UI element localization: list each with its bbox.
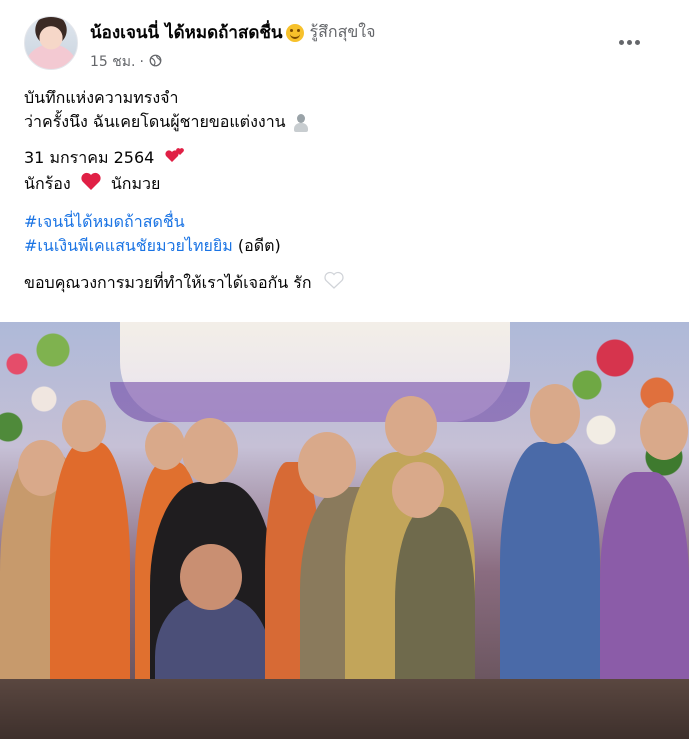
hashtag-link[interactable]: #เนเงินพีเคแสนชัยมวยไทยยิม — [24, 236, 233, 255]
line-thanks: ขอบคุณวงการมวยที่ทำให้เราได้เจอกัน รัก — [24, 273, 312, 292]
line-date: 31 มกราคม 2564 — [24, 148, 155, 167]
post-photo[interactable] — [0, 322, 689, 739]
text-line: ขอบคุณวงการมวยที่ทำให้เราได้เจอกัน รัก — [24, 270, 664, 297]
person-head — [298, 432, 356, 498]
more-dot — [634, 39, 640, 45]
person-head — [640, 402, 688, 460]
person-head — [392, 462, 444, 518]
more-horizontal-icon — [618, 39, 624, 45]
text-line: นักร้อง นักมวย — [24, 171, 664, 198]
person-icon — [292, 113, 310, 132]
facebook-post: น้องเจนนี่ ได้หมดถ้าสดชื่น รู้สึกสุขใจ 1… — [0, 0, 689, 739]
text-line: 31 มกราคม 2564 — [24, 146, 664, 171]
person-head — [182, 418, 238, 484]
post-header: น้องเจนนี่ ได้หมดถ้าสดชื่น รู้สึกสุขใจ 1… — [90, 19, 375, 73]
two-hearts-icon — [163, 146, 187, 171]
person-head — [385, 396, 437, 456]
more-options-button[interactable] — [612, 28, 646, 56]
red-heart-icon — [80, 171, 102, 198]
hashtag-link[interactable]: #เจนนี่ได้หมดถ้าสดชื่น — [24, 212, 185, 231]
feeling-text[interactable]: รู้สึกสุขใจ — [310, 20, 376, 45]
author-name[interactable]: น้องเจนนี่ ได้หมดถ้าสดชื่น — [90, 19, 283, 46]
post-meta: 15 ชม. · — [90, 51, 375, 73]
person-head — [530, 384, 580, 444]
line-memory: บันทึกแห่งความทรงจำ — [24, 88, 179, 107]
text-line: บันทึกแห่งความทรงจำ — [24, 86, 664, 110]
post-timestamp[interactable]: 15 ชม. — [90, 51, 135, 73]
text-line: ว่าครั้งนึง ฉันเคยโดนผู้ชายขอแต่งงาน — [24, 110, 664, 134]
text-line: #เจนนี่ได้หมดถ้าสดชื่น — [24, 210, 664, 234]
white-heart-icon — [323, 270, 345, 297]
stage-floor — [0, 679, 689, 739]
person-head — [180, 544, 242, 610]
line-proposal: ว่าครั้งนึง ฉันเคยโดนผู้ชายขอแต่งงาน — [24, 112, 286, 131]
text-line: #เนเงินพีเคแสนชัยมวยไทยยิม (อดีต) — [24, 234, 664, 258]
banner-lettering — [110, 382, 530, 422]
author-avatar[interactable] — [24, 16, 78, 70]
smiling-face-icon — [285, 23, 304, 42]
author-line: น้องเจนนี่ ได้หมดถ้าสดชื่น รู้สึกสุขใจ — [90, 19, 375, 46]
hashtag-suffix: (อดีต) — [232, 236, 281, 255]
meta-separator: · — [139, 54, 144, 70]
person-head — [145, 422, 185, 470]
more-dot — [626, 39, 632, 45]
person-head — [62, 400, 106, 452]
line-boxer: นักมวย — [110, 174, 161, 193]
line-singer: นักร้อง — [24, 174, 71, 193]
post-text: บันทึกแห่งความทรงจำ ว่าครั้งนึง ฉันเคยโด… — [24, 86, 664, 297]
globe-icon[interactable] — [149, 54, 162, 71]
